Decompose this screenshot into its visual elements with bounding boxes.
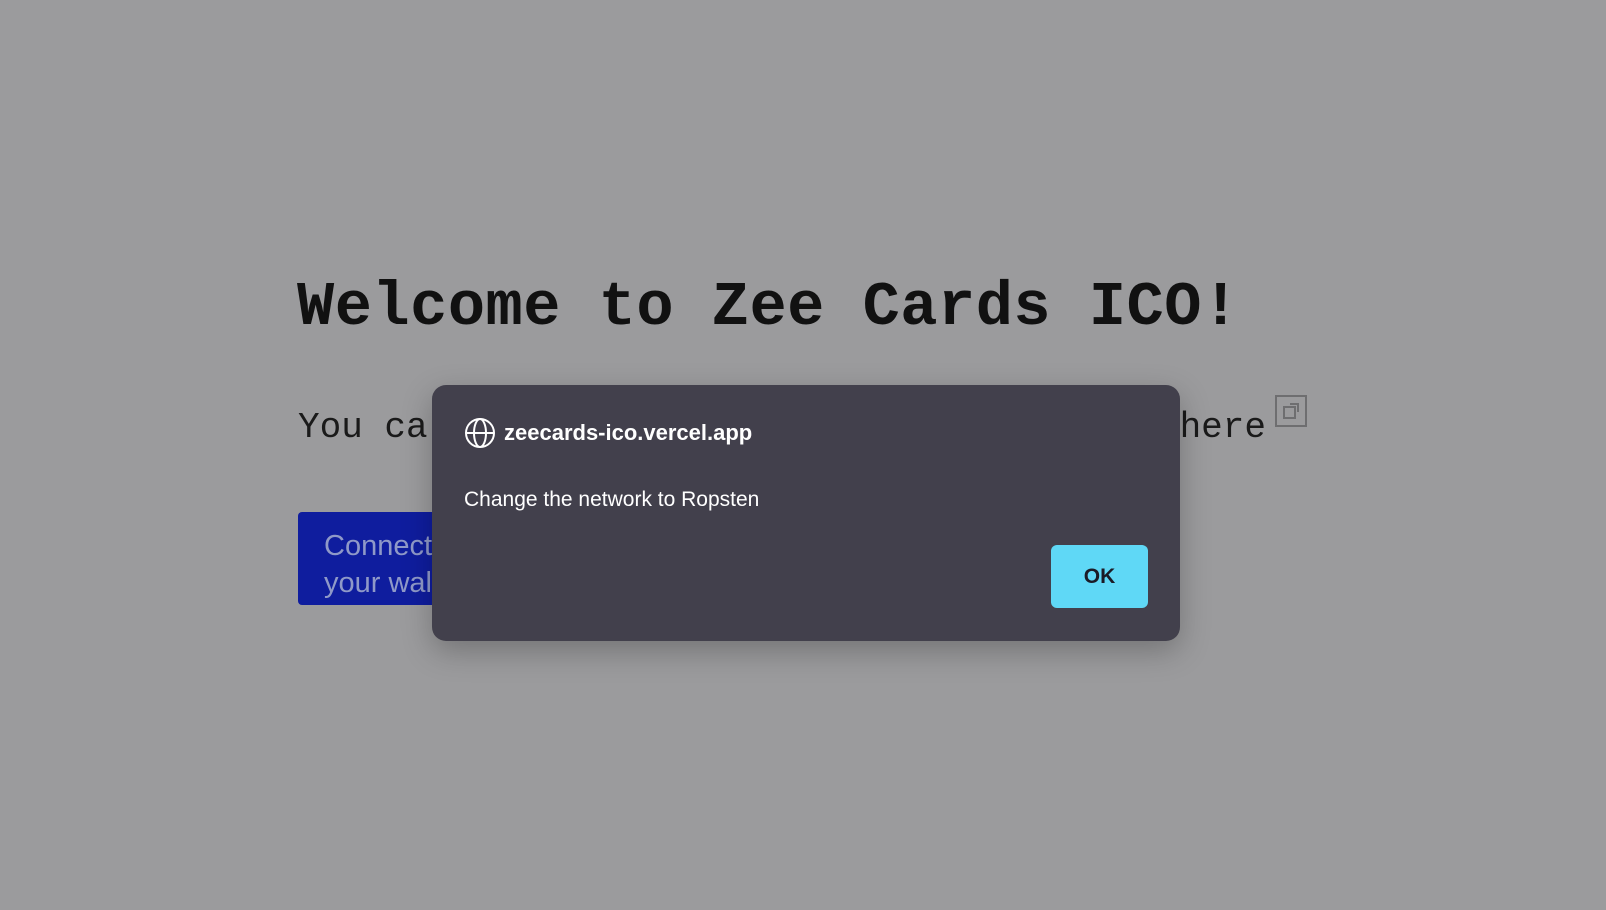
- info-text-link[interactable]: here: [1180, 400, 1266, 456]
- info-text-start: You ca: [298, 407, 428, 448]
- globe-icon: [465, 418, 495, 448]
- dialog-message: Change the network to Ropsten: [464, 488, 760, 511]
- dialog-origin: zeecards-ico.vercel.app: [504, 420, 753, 445]
- alert-dialog: zeecards-ico.vercel.app Change the netwo…: [432, 385, 1180, 641]
- external-link-icon[interactable]: [1275, 395, 1307, 427]
- ok-button[interactable]: OK: [1051, 545, 1148, 608]
- page-heading: Welcome to Zee Cards ICO!: [297, 272, 1240, 343]
- dialog-header: zeecards-ico.vercel.app: [464, 417, 752, 449]
